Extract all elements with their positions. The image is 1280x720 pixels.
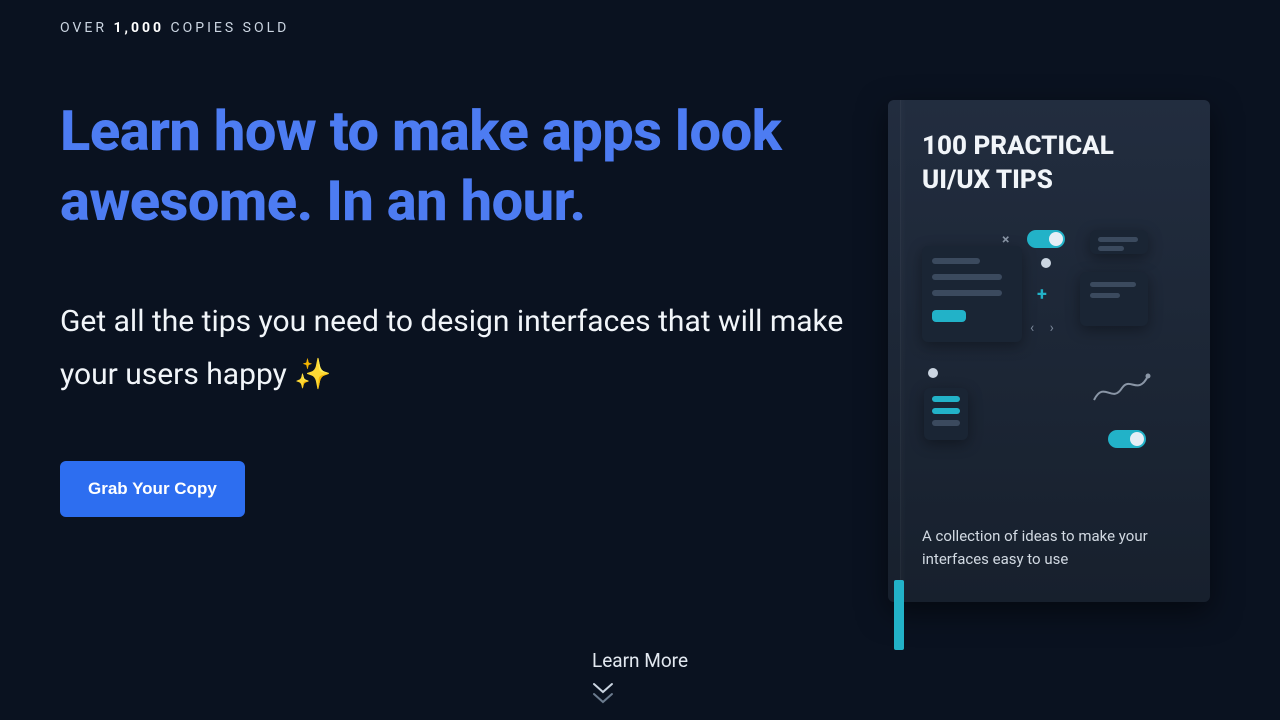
grab-copy-button[interactable]: Grab Your Copy (60, 461, 245, 517)
sales-badge: OVER 1,000 COPIES SOLD (60, 20, 860, 36)
book-illustration: × + (922, 230, 1182, 490)
book-cover: 100 PRACTICAL UI/UX TIPS × + (888, 100, 1210, 602)
card-list (922, 246, 1022, 342)
plus-icon: + (1037, 284, 1047, 305)
arrows-icon: ‹ › (1030, 320, 1060, 336)
hero-title: Learn how to make apps look awesome. In … (60, 96, 860, 236)
card-small (1090, 230, 1148, 254)
badge-pre: OVER (60, 20, 107, 36)
hero-subtitle: Get all the tips you need to design inte… (60, 296, 860, 401)
chart-icon (1092, 370, 1152, 410)
toggle-icon (1027, 230, 1065, 248)
toggle-icon (1108, 430, 1146, 448)
badge-count: 1,000 (113, 20, 164, 36)
learn-more-label: Learn More (592, 649, 688, 672)
dot-icon (928, 368, 938, 378)
chevron-down-icon (592, 692, 614, 704)
learn-more-link[interactable]: Learn More (592, 649, 688, 702)
book-subtitle: A collection of ideas to make your inter… (922, 525, 1180, 570)
badge-post: COPIES SOLD (171, 20, 290, 36)
book-ribbon (894, 580, 904, 650)
card-menu (924, 388, 968, 440)
book-title: 100 PRACTICAL UI/UX TIPS (922, 130, 1184, 198)
dot-icon (1041, 258, 1051, 268)
card-mid (1080, 272, 1148, 326)
